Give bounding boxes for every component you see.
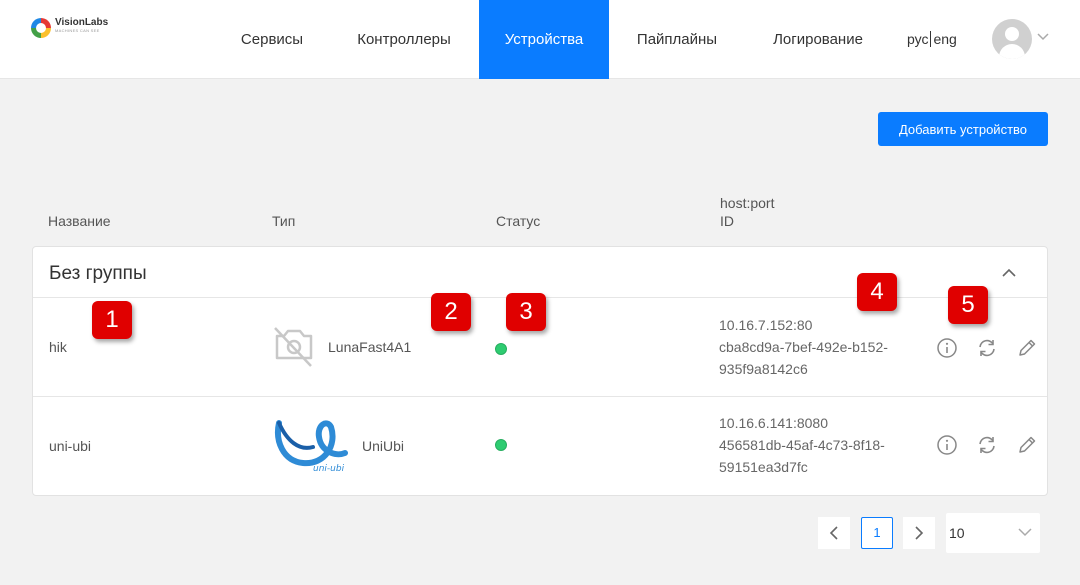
refresh-icon[interactable] [976,337,998,359]
refresh-icon[interactable] [976,434,998,456]
device-type: LunaFast4A1 [328,339,412,355]
logo-subtitle: MACHINES CAN SEE [55,28,100,33]
camera-off-icon [274,327,313,367]
uniubi-logo-text: uni-ubi [313,464,345,473]
column-header-id: ID [720,213,734,229]
device-address: 10.16.6.141:8080 456581db-45af-4c73-8f18… [719,412,885,478]
next-page-button[interactable] [903,517,935,549]
nav-item-pipelines[interactable]: Пайплайны [614,0,740,79]
device-id-line1: 456581db-45af-4c73-8f18- [719,437,885,453]
top-header: VisionLabs MACHINES CAN SEE Сервисы Конт… [0,0,1080,79]
column-header-type: Тип [272,213,296,229]
uniubi-logo: uni-ubi [275,420,348,473]
device-type: UniUbi [362,438,405,454]
add-device-button[interactable]: Добавить устройство [878,112,1048,146]
per-page-select[interactable]: 10 [946,513,1040,553]
column-header-name: Название [48,213,111,229]
nav-item-logging[interactable]: Логирование [750,0,886,79]
column-header-status: Статус [496,213,541,229]
device-name[interactable]: uni-ubi [49,438,91,454]
host-port: 10.16.6.141:8080 [719,415,828,431]
device-address: 10.16.7.152:80 cba8cd9a-7bef-492e-b152- … [719,314,888,380]
group-title: Без группы [49,263,147,284]
user-avatar[interactable] [992,19,1032,59]
lang-ru[interactable]: рус [907,31,928,47]
logo-name: VisionLabs [55,17,109,28]
chevron-up-icon[interactable] [1001,265,1017,281]
chevron-down-icon[interactable] [1037,33,1049,41]
lang-separator [930,31,932,47]
chevron-right-icon [915,526,924,540]
logo-mark-icon [31,18,51,38]
per-page-value: 10 [949,525,965,541]
lang-en[interactable]: eng [933,31,956,47]
device-name[interactable]: hik [49,339,67,355]
column-header-host-port: host:port [720,195,775,211]
info-icon[interactable] [936,434,958,456]
nav-item-controllers[interactable]: Контроллеры [334,0,474,79]
visionlabs-logo[interactable]: VisionLabs MACHINES CAN SEE [31,18,108,38]
annotation-badge-3: 3 [506,293,546,331]
annotation-badge-4: 4 [857,273,897,311]
device-id-line1: cba8cd9a-7bef-492e-b152- [719,339,888,355]
edit-pencil-icon[interactable] [1016,337,1038,359]
host-port: 10.16.7.152:80 [719,317,813,333]
annotation-badge-2: 2 [431,293,471,331]
device-id-line2: 935f9a8142c6 [719,361,808,377]
chevron-down-icon [1018,528,1032,537]
table-row[interactable]: uni-ubi uni-ubi UniUbi 10.16.6.141:8080 … [33,396,1047,495]
chevron-left-icon [829,526,838,540]
device-id-line2: 59151ea3d7fc [719,459,808,475]
page-number-current[interactable]: 1 [861,517,893,549]
language-switch: рус eng [907,31,957,47]
nav-item-devices[interactable]: Устройства [479,0,609,79]
previous-page-button[interactable] [818,517,850,549]
status-online-indicator [495,439,507,451]
annotation-badge-1: 1 [92,301,132,339]
edit-pencil-icon[interactable] [1016,434,1038,456]
nav-item-services[interactable]: Сервисы [220,0,324,79]
annotation-badge-5: 5 [948,286,988,324]
status-online-indicator [495,343,507,355]
info-icon[interactable] [936,337,958,359]
